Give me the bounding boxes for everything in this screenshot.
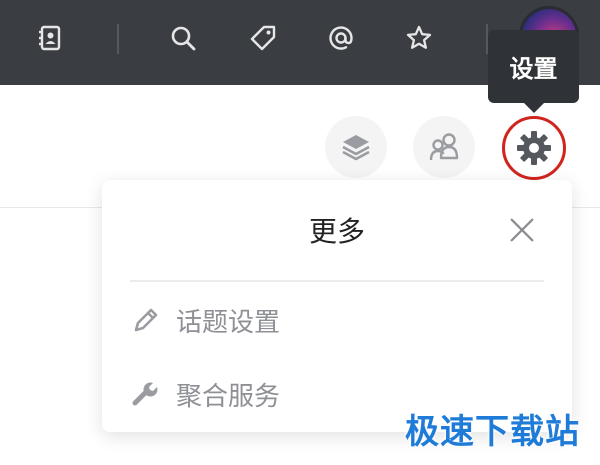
watermark-text: 极速下载站 (405, 412, 580, 452)
star-icon[interactable] (401, 20, 437, 56)
close-icon (510, 218, 534, 242)
contacts-icon[interactable] (32, 20, 68, 56)
more-popup: 更多 话题设置 聚合服务 (102, 180, 572, 432)
members-icon (429, 133, 459, 161)
members-button[interactable] (413, 116, 475, 178)
popup-title: 更多 (308, 215, 365, 248)
menu-item-topic-settings[interactable]: 话题设置 (130, 295, 530, 345)
menu-item-label: 聚合服务 (176, 381, 281, 412)
close-button[interactable] (506, 214, 538, 246)
toolbar-separator (117, 24, 119, 54)
menu-item-label: 话题设置 (176, 307, 281, 338)
gear-icon (517, 131, 551, 165)
settings-tooltip: 设置 (488, 30, 579, 113)
layers-button[interactable] (325, 116, 387, 178)
wrench-icon (132, 382, 158, 406)
search-icon[interactable] (165, 20, 201, 56)
at-icon[interactable] (323, 20, 359, 56)
pencil-icon (134, 308, 158, 332)
tooltip-text: 设置 (509, 55, 558, 83)
layers-icon (342, 135, 370, 161)
popup-divider (130, 280, 544, 282)
tag-icon[interactable] (245, 20, 281, 56)
settings-button[interactable] (502, 116, 566, 180)
